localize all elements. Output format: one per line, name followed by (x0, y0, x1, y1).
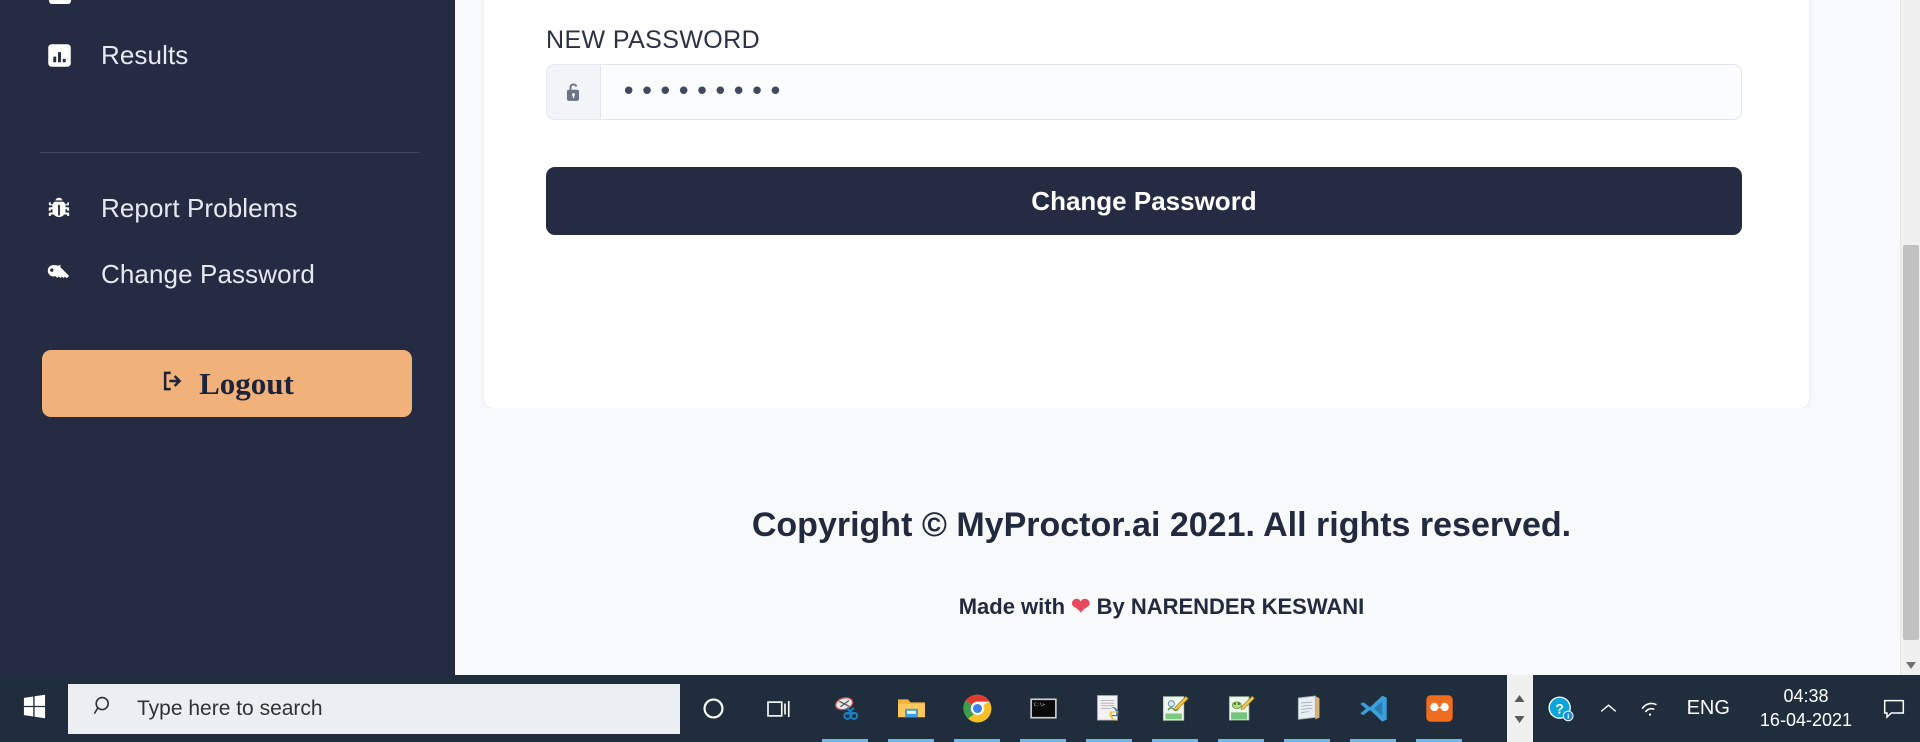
unlock-icon (547, 65, 601, 119)
sidebar-navigation: Results Report Problems Change Password (0, 0, 455, 675)
windows-start-button[interactable] (0, 675, 68, 742)
chevron-down-icon (1514, 715, 1525, 723)
command-prompt-icon[interactable]: C:\> (1010, 675, 1076, 742)
made-with-prefix: Made with (958, 594, 1066, 619)
scrollbar-thumb[interactable] (1903, 245, 1919, 640)
search-icon (92, 694, 116, 723)
sidebar-item-label: Report Problems (101, 192, 298, 223)
sidebar-item-change-password[interactable]: Change Password (40, 251, 420, 297)
file-explorer-icon[interactable] (878, 675, 944, 742)
taskbar-overflow-arrows[interactable] (1506, 675, 1533, 742)
vs-code-icon[interactable] (1340, 675, 1406, 742)
new-password-label: NEW PASSWORD (546, 26, 761, 54)
taskbar-search-box[interactable]: Type here to search (68, 683, 680, 734)
new-password-field[interactable] (546, 64, 1742, 120)
new-password-input[interactable] (601, 65, 1741, 119)
windows-logo-icon (21, 693, 48, 725)
xampp-icon[interactable] (1406, 675, 1472, 742)
copyright-text: Copyright © MyProctor.ai 2021. All right… (751, 506, 1572, 544)
scrollbar-down-arrow-icon[interactable] (1901, 655, 1920, 675)
made-with-suffix: By NARENDER KESWANI (1096, 594, 1365, 619)
clock-date: 16-04-2021 (1759, 709, 1852, 730)
page-footer: Copyright © MyProctor.ai 2021. All right… (455, 408, 1920, 675)
sidebar-item-clipped[interactable] (40, 0, 420, 4)
system-tray: ? i ENG 04:38 16-04-2021 (1506, 675, 1920, 742)
sidebar-item-label: Results (101, 39, 189, 70)
bug-icon (40, 194, 78, 222)
logout-icon (160, 366, 186, 402)
change-password-card: NEW PASSWORD Change Password (484, 0, 1809, 408)
change-password-button[interactable]: Change Password (546, 167, 1742, 235)
clipped-label (105, 0, 112, 4)
vertical-scrollbar[interactable] (1900, 0, 1920, 675)
svg-text:C:\>: C:\> (1033, 702, 1044, 708)
svg-text:i: i (1567, 712, 1569, 720)
sidebar-item-label: Change Password (101, 258, 315, 289)
clock-time: 04:38 (1783, 686, 1829, 707)
help-question-icon[interactable]: ? i (1533, 675, 1589, 742)
made-with-credit: Made with ❤ By NARENDER KESWANI (455, 593, 1868, 620)
task-view-icon[interactable] (746, 675, 812, 742)
svg-text:?: ? (1555, 700, 1564, 716)
tray-overflow-chevron-up-icon[interactable] (1589, 675, 1629, 742)
chevron-up-icon (1514, 694, 1525, 702)
heart-icon: ❤ (1071, 593, 1091, 619)
language-indicator[interactable]: ENG (1673, 697, 1744, 720)
taskbar-app-icons: C:\> (680, 675, 1472, 742)
windows-taskbar: Type here to search C:\> ? i ENG 04:38 1… (0, 675, 1920, 742)
taskbar-clock[interactable]: 04:38 16-04-2021 (1744, 685, 1868, 731)
clipped-icon (49, 0, 71, 4)
snipping-tool-icon[interactable] (812, 675, 878, 742)
paint-icon[interactable] (1142, 675, 1208, 742)
logout-button[interactable]: Logout (42, 350, 412, 417)
wifi-icon[interactable] (1629, 675, 1673, 742)
chart-bar-icon (40, 42, 78, 69)
logout-label: Logout (199, 365, 294, 401)
python-idle-icon[interactable] (1076, 675, 1142, 742)
notepad-plus-plus-icon[interactable] (1208, 675, 1274, 742)
sidebar-item-results[interactable]: Results (40, 32, 420, 78)
sidebar-item-report-problems[interactable]: Report Problems (40, 185, 420, 231)
key-icon (40, 260, 78, 288)
action-center-icon[interactable] (1868, 675, 1920, 742)
sidebar-divider (40, 152, 420, 153)
browser-viewport: Results Report Problems Change Password (0, 0, 1920, 675)
cortana-icon[interactable] (680, 675, 746, 742)
google-chrome-icon[interactable] (944, 675, 1010, 742)
notepad-icon[interactable] (1274, 675, 1340, 742)
taskbar-search-placeholder: Type here to search (137, 696, 323, 720)
